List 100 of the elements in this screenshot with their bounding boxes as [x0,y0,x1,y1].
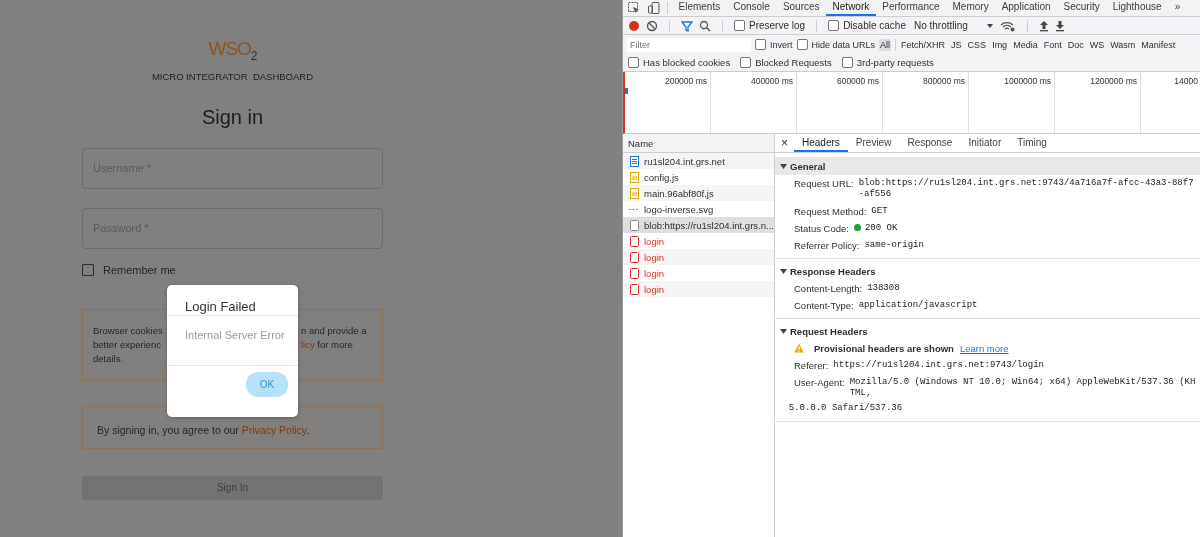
more-tabs[interactable]: » [1168,0,1187,16]
throttling-dropdown[interactable]: No throttling [913,20,968,31]
header-value: 138308 [867,283,900,293]
learn-more-link[interactable]: Learn more [959,343,1009,354]
tick-label: 200000 ms [664,76,707,88]
type-filter[interactable]: Font [1042,38,1063,51]
type-filter[interactable]: Manifest [1140,38,1177,51]
header-name: Content-Type: [794,300,854,311]
tick-label: 800000 ms [922,76,965,88]
tick-label: 600000 ms [836,76,879,88]
request-row[interactable]: config.js [623,169,774,185]
header-value: 5.0.0.0 Safari/537.36 [788,403,904,414]
dialog-message: Internal Server Error [184,328,286,343]
download-icon[interactable] [1054,19,1065,32]
file-icon [629,283,639,295]
panel-tab[interactable]: Lighthouse [1106,0,1169,16]
tick-label: 14000 [1174,76,1198,88]
app-subtitle: MICRO INTEGRATOR DASHBOARD [151,70,314,82]
details-tab[interactable]: Headers [794,134,848,152]
request-row[interactable]: main.96abf80f.js [623,185,774,201]
notice-text: n and provide a [301,324,367,336]
type-filter[interactable]: Doc [1066,38,1085,51]
type-filter[interactable]: All [879,38,892,51]
tick-label: 1000000 ms [1004,76,1051,88]
header-value: https://ru1sl204.int.grs.net:9743/login [833,360,1044,370]
checkbox[interactable] [841,57,853,68]
expanded-triangle-icon [780,162,787,170]
request-row[interactable]: ru1sl204.int.grs.net [623,153,774,169]
request-row[interactable]: login [623,281,774,297]
request-row[interactable]: login [623,249,774,265]
checkbox[interactable] [628,57,639,68]
details-tab[interactable]: Response [899,134,961,152]
type-filter[interactable]: JS [950,38,963,51]
details-tab[interactable]: Initiator [960,134,1010,152]
checkbox[interactable] [755,39,766,50]
device-icon[interactable] [647,1,661,15]
header-name: Request Method: [794,206,867,217]
checkbox[interactable] [796,39,808,50]
checkbox-label: 3rd-party requests [856,57,934,68]
filter-icon[interactable] [681,19,693,32]
file-icon [629,219,639,231]
section-header[interactable]: Response Headers [775,262,1200,280]
checkbox[interactable] [740,57,752,68]
notice-text: for more [316,338,353,350]
checkbox-label: Blocked Requests [755,57,832,68]
inspect-icon[interactable] [627,1,641,15]
request-row[interactable]: login [623,265,774,281]
close-button[interactable]: × [779,136,794,150]
script-file-icon [629,171,639,183]
logo: WSO$_{2}$ [208,38,257,65]
record-icon[interactable] [628,19,640,32]
search-icon[interactable] [699,19,711,32]
section-header[interactable]: Request Headers [775,322,1200,340]
tick-label: 400000 ms [750,76,793,88]
header-name: Referer: [794,360,829,371]
header-name: User-Agent: [794,377,845,388]
upload-icon[interactable] [1038,19,1049,32]
header-name: Content-Length: [794,283,863,294]
header-name: Request URL: [794,178,854,189]
details-tab[interactable]: Preview [847,134,900,152]
checkbox[interactable] [734,20,745,31]
file-icon [629,251,639,263]
panel-tab[interactable]: Console [726,0,777,16]
column-header: Name [623,134,774,153]
script-file-icon [629,187,639,199]
privacy-text: By signing in, you agree to our Privacy Policy. [97,424,310,437]
document-icon [629,155,639,167]
details-tab[interactable]: Timing [1009,134,1055,152]
request-row[interactable]: login [623,233,774,249]
header-name: Referrer Policy: [794,240,860,251]
filter-field[interactable]: Filter [627,37,751,52]
panel-tab[interactable]: Sources [776,0,827,16]
dropdown-arrow-icon[interactable] [985,21,994,30]
panel-tab[interactable]: Application [995,0,1058,16]
panel-tab[interactable]: Memory [946,0,996,16]
checkbox-label: Disable cache [843,20,906,31]
checkbox-label: Remember me [103,263,176,276]
type-filter[interactable]: Media [1012,38,1039,51]
type-filter[interactable]: Wasm [1109,38,1137,51]
type-filter[interactable]: CSS [966,38,988,51]
type-filter[interactable]: Img [991,38,1009,51]
checkbox[interactable] [828,20,840,31]
type-filter[interactable]: Fetch/XHR [900,38,947,51]
page-heading: Sign in [201,105,264,129]
wifi-settings-icon[interactable] [999,19,1016,32]
panel-tab[interactable]: Performance [875,0,946,16]
checkbox-label: Hide data URLs [811,39,876,50]
checkbox[interactable] [82,263,94,276]
notice-text: details. [93,351,124,366]
request-row[interactable]: logo-inverse.svg [623,201,774,217]
clear-icon[interactable] [646,19,658,32]
request-row[interactable]: blob:https://ru1sl204.int.grs.n... [623,217,774,233]
header-value: same-origin [864,240,924,250]
type-filter[interactable]: WS [1088,38,1106,51]
panel-tab[interactable]: Security [1057,0,1107,16]
section-header[interactable]: General [775,157,1200,175]
file-icon [629,267,639,279]
expanded-triangle-icon [780,267,787,275]
notice-text: Browser cookies [93,323,163,338]
panel-tab[interactable]: Elements [672,0,727,16]
